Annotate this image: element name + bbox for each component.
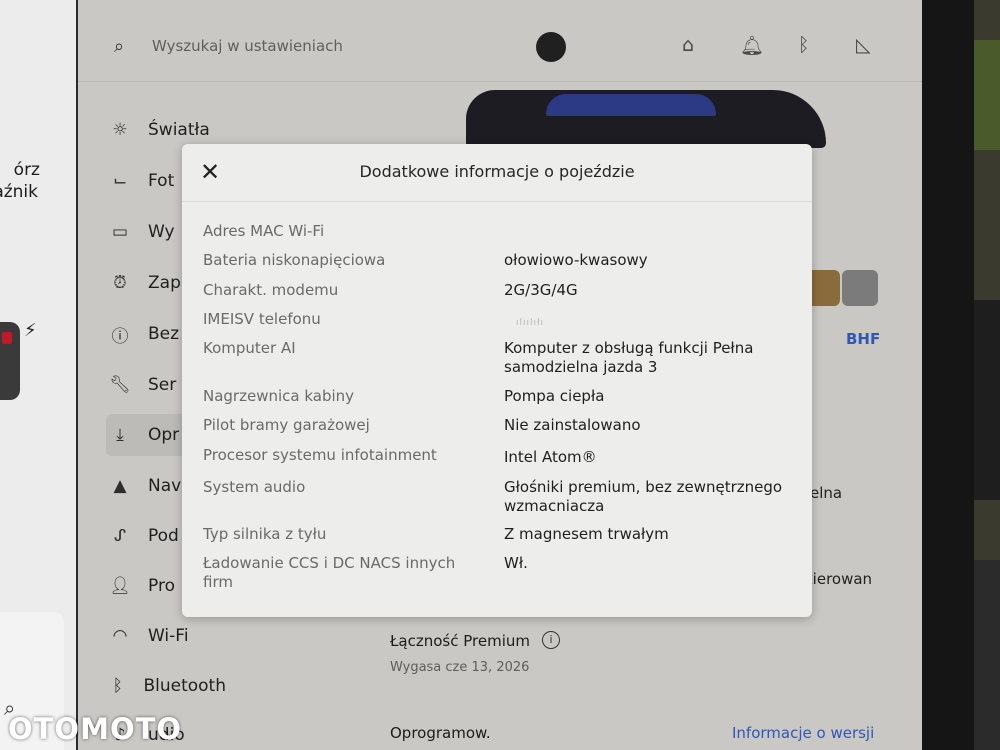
sidebar-item-bluetooth[interactable]: ᛒ Bluetooth: [106, 665, 226, 707]
signal-icon[interactable]: ◺: [856, 34, 871, 56]
settings-search-input[interactable]: Wyszukaj w ustawieniach: [152, 37, 343, 55]
info-value: Komputer z obsługą funkcji Pełna samodzi…: [504, 339, 754, 376]
sidebar-item-label: Wy: [148, 222, 175, 242]
settings-topbar: ⌕ Wyszukaj w ustawieniach ⌂ 🔔︎ ᛒ ◺: [78, 0, 922, 82]
sidebar-item-label: Bluetooth: [143, 676, 226, 696]
car-thumbnail: [0, 322, 20, 400]
seat-icon: ⌙: [112, 171, 128, 191]
sidebar-item-wifi[interactable]: ◠ Wi-Fi: [106, 615, 226, 657]
info-label: Pilot bramy garażowej: [203, 416, 370, 434]
vehicle-info-dialog: ✕ Dodatkowe informacje o pojeździe Adres…: [182, 144, 812, 617]
wifi-icon: ◠: [112, 626, 128, 646]
info-value: Intel Atom®: [504, 448, 597, 466]
dialog-header: ✕ Dodatkowe informacje o pojeździe: [182, 144, 812, 202]
info-label: System audio: [203, 478, 306, 496]
display-icon: ▭: [111, 222, 129, 242]
background-text: elna: [810, 484, 843, 502]
info-label: Adres MAC Wi-Fi: [203, 222, 325, 240]
premium-connectivity-title: Łączność Premium: [390, 632, 531, 650]
alert-icon: ⓘ: [111, 326, 129, 347]
map-text-line1: órz: [13, 160, 40, 180]
sidebar-item-software[interactable]: ⤓ Opr: [106, 414, 186, 456]
wrench-icon: 🔧︎: [109, 375, 131, 395]
info-value: Nie zainstalowano: [504, 416, 641, 434]
info-value: ılıılıłı: [516, 318, 545, 328]
photo-background: [974, 0, 1000, 750]
info-label: Komputer AI: [203, 339, 296, 357]
background-text: kierowan: [804, 570, 873, 588]
sidebar-item-label: Bez: [148, 324, 180, 344]
bell-icon[interactable]: 🔔︎: [740, 34, 764, 57]
vehicle-thumbnail: [842, 270, 878, 306]
sidebar-item-label: Opr: [148, 425, 180, 445]
info-value: Głośniki premium, bez zewnętrznego wzmac…: [504, 478, 783, 515]
sidebar-item-label: Wi-Fi: [148, 626, 189, 646]
info-label: Typ silnika z tyłu: [203, 525, 327, 543]
info-label: Bateria niskonapięciowa: [203, 251, 386, 269]
profile-icon: 👤︎: [109, 576, 131, 596]
alarm-icon: ⏰︎: [113, 273, 127, 293]
info-value: Pompa ciepła: [504, 387, 605, 405]
info-label: Procesor systemu infotainment: [203, 446, 437, 464]
sidebar-item-label: Ser: [148, 375, 177, 395]
software-version-label: BHF: [846, 330, 881, 348]
info-value: Z magnesem trwałym: [504, 525, 669, 543]
otomoto-watermark: OTOMOTO: [8, 712, 183, 746]
info-label: IMEISV telefonu: [203, 310, 321, 328]
navigation-icon: ▲: [113, 476, 127, 496]
garage-icon[interactable]: ⌂: [682, 34, 694, 56]
sidebar-item-label: Pro: [148, 576, 175, 596]
release-notes-link[interactable]: Informacje o wersji: [732, 724, 874, 742]
sun-icon: ☼: [112, 120, 128, 140]
dialog-title: Dodatkowe informacje o pojeździe: [359, 162, 635, 181]
charging-bolt-icon: ⚡: [24, 320, 37, 341]
info-label: Charakt. modemu: [203, 281, 339, 299]
vehicle-image: [466, 90, 826, 148]
map-text-line2: aźnik: [0, 182, 38, 202]
sidebar-item-label: Światła: [148, 120, 210, 140]
map-panel: órz aźnik ⚡ ⌕: [0, 0, 76, 750]
profile-avatar[interactable]: [536, 32, 566, 62]
trip-icon: ᔑ: [113, 526, 127, 546]
bluetooth-icon: ᛒ: [112, 676, 123, 696]
download-icon: ⤓: [116, 425, 124, 445]
software-label: Oprogramow.: [390, 724, 491, 742]
search-icon[interactable]: ⌕: [114, 36, 124, 57]
info-value: 2G/3G/4G: [504, 281, 578, 299]
premium-expiry: Wygasa cze 13, 2026: [390, 660, 530, 675]
info-icon[interactable]: i: [542, 631, 560, 649]
info-value: Wł.: [504, 554, 528, 572]
sidebar-item-label: Fot: [148, 171, 175, 191]
sidebar-item-label: Nav: [148, 476, 182, 496]
sidebar-item-label: Pod: [148, 526, 179, 546]
info-label: Ładowanie CCS i DC NACS innych firm: [203, 554, 456, 591]
screen-bezel: [922, 0, 974, 750]
sidebar-item-label: Zap: [148, 273, 181, 293]
info-value: ołowiowo-kwasowy: [504, 251, 648, 269]
bluetooth-icon[interactable]: ᛒ: [798, 34, 809, 56]
info-label: Nagrzewnica kabiny: [203, 387, 355, 405]
